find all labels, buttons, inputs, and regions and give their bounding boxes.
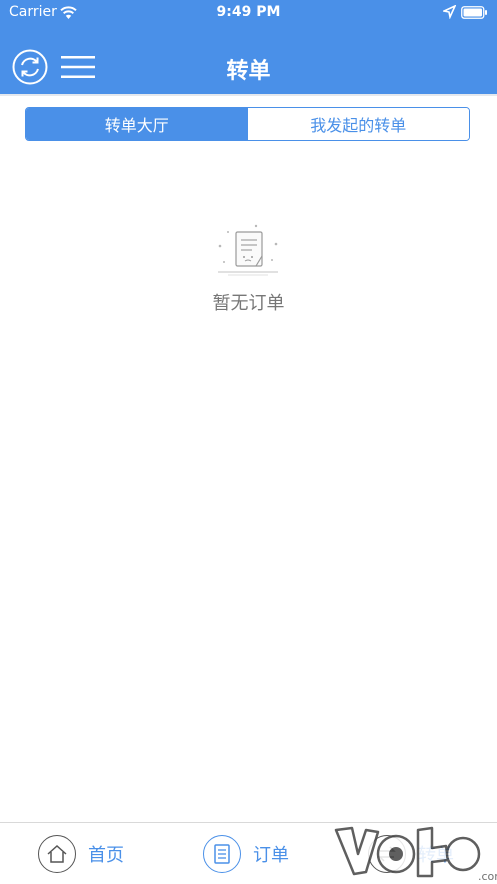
page-title: 转单 <box>226 59 271 84</box>
svg-text:.com: .com <box>478 870 497 883</box>
tab-orders[interactable]: 订单 <box>203 823 289 884</box>
location-icon <box>443 5 456 19</box>
home-icon <box>38 834 76 873</box>
segmented-control: 转单大厅 我发起的转单 <box>25 107 470 141</box>
empty-document-icon <box>218 224 278 276</box>
clock: 9:49 PM <box>216 4 281 20</box>
nav-bar: 转单 <box>0 26 497 96</box>
watermark-logo: .com <box>334 826 497 883</box>
tab-home-label: 首页 <box>88 844 124 866</box>
battery-icon <box>461 6 487 19</box>
tab-orders-label: 订单 <box>253 844 289 866</box>
tab-transfer-hall[interactable]: 转单大厅 <box>26 108 248 140</box>
empty-state-message: 暂无订单 <box>212 293 285 314</box>
orders-icon <box>203 834 241 873</box>
tab-home[interactable]: 首页 <box>38 823 124 884</box>
tab-my-transfers[interactable]: 我发起的转单 <box>247 108 469 140</box>
status-bar: Carrier 9:49 PM <box>0 0 497 26</box>
